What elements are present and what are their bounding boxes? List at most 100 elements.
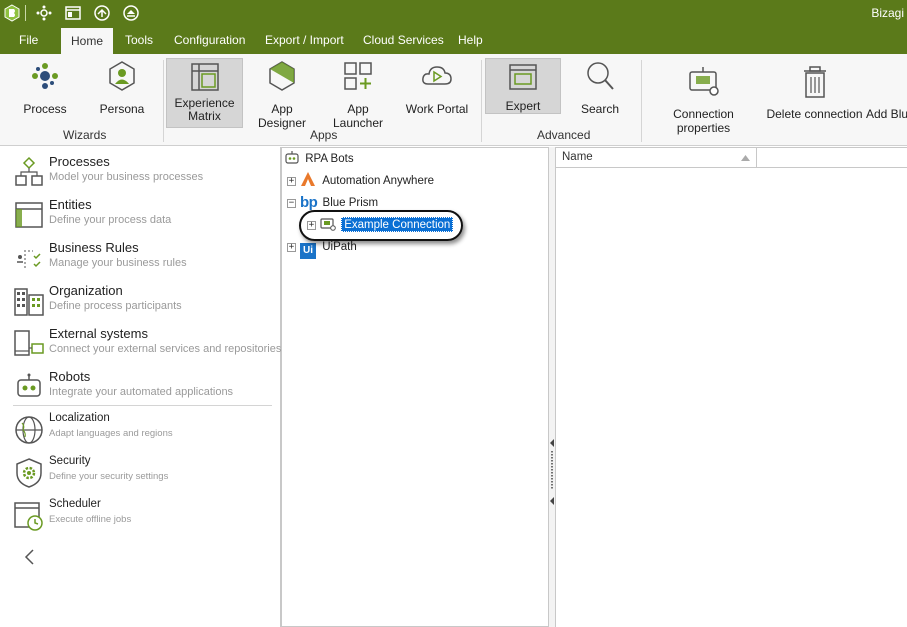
search-button[interactable]: Search — [575, 58, 625, 124]
expand-toggle[interactable]: + — [287, 243, 296, 252]
app-designer-icon — [269, 61, 295, 91]
persona-icon — [109, 61, 135, 91]
process-label: Process — [23, 102, 67, 116]
nav-business-rules[interactable]: Business Rules Manage your business rule… — [13, 238, 275, 281]
nav-title: Business Rules — [49, 240, 139, 255]
search-label: Search — [580, 102, 620, 116]
nav-title: Security — [49, 455, 91, 467]
window-icon[interactable] — [64, 4, 82, 22]
delete-connection-button[interactable]: Delete connection — [766, 58, 863, 124]
nav-organization[interactable]: Organization Define process participants — [13, 281, 275, 324]
menu-cloud-services[interactable]: Cloud Services — [355, 27, 452, 54]
processes-icon — [15, 156, 43, 186]
nav-title: Robots — [49, 369, 91, 384]
experience-matrix-button[interactable]: Experience Matrix — [166, 58, 243, 128]
highlight-callout — [299, 210, 463, 241]
ribbon: Process Persona Wizards Experience Matri… — [0, 54, 907, 146]
expert-label: Expert — [505, 99, 541, 113]
menu-file[interactable]: File — [11, 27, 46, 54]
nav-subtitle: Execute offline jobs — [49, 514, 132, 525]
nav-subtitle: Connect your external services and repos… — [49, 343, 282, 355]
scheduler-icon — [14, 502, 43, 531]
app-designer-button[interactable]: App Designer — [246, 58, 318, 130]
ribbon-separator — [481, 60, 482, 142]
app-launcher-button[interactable]: App Launcher — [322, 58, 394, 130]
collapse-toggle[interactable]: − — [287, 199, 296, 208]
app-designer-label: App Designer — [257, 102, 307, 130]
publish-circle-icon[interactable] — [122, 4, 140, 22]
robot-icon — [285, 151, 299, 164]
nav-entities[interactable]: Entities Define your process data — [13, 195, 275, 238]
process-icon — [32, 63, 58, 89]
nav-title: Organization — [49, 283, 123, 298]
blue-prism-logo-icon: bp — [300, 194, 318, 211]
entities-icon — [15, 202, 43, 228]
tree-node-automation-anywhere[interactable]: Automation Anywhere — [300, 171, 434, 191]
left-navigation: Processes Model your business processes … — [0, 147, 281, 627]
model-icon[interactable] — [35, 4, 53, 22]
details-grid: Name — [555, 147, 907, 627]
tree-node-label: Blue Prism — [322, 197, 379, 209]
nav-localization[interactable]: Localization Adapt languages and regions — [13, 410, 275, 453]
experience-matrix-icon — [190, 63, 219, 91]
nav-robots[interactable]: Robots Integrate your automated applicat… — [13, 367, 275, 410]
menu-export-import[interactable]: Export / Import — [257, 27, 352, 54]
tree-node-label: UiPath — [322, 241, 357, 253]
column-header-empty — [757, 147, 907, 168]
ribbon-separator — [641, 60, 642, 142]
nav-subtitle: Manage your business rules — [49, 257, 187, 269]
delete-connection-label: Delete connection — [766, 107, 863, 121]
menu-configuration[interactable]: Configuration — [166, 27, 253, 54]
nav-external-systems[interactable]: External systems Connect your external s… — [13, 324, 281, 367]
nav-subtitle: Integrate your automated applications — [49, 386, 234, 398]
nav-subtitle: Adapt languages and regions — [49, 428, 173, 439]
nav-title: External systems — [49, 326, 148, 341]
persona-button[interactable]: Persona — [98, 58, 146, 124]
nav-separator — [13, 405, 272, 406]
tree-root-label: RPA Bots — [305, 153, 354, 165]
app-launcher-label: App Launcher — [332, 102, 384, 130]
nav-subtitle: Define your security settings — [49, 471, 169, 482]
connection-properties-label: Connection properties — [673, 107, 734, 135]
menu-tools[interactable]: Tools — [117, 27, 161, 54]
upload-circle-icon[interactable] — [93, 4, 111, 22]
tree-root-rpa-bots[interactable]: RPA Bots — [284, 149, 354, 169]
nav-processes[interactable]: Processes Model your business processes — [13, 152, 275, 195]
robot-icon — [17, 373, 41, 397]
business-rules-icon — [17, 250, 41, 268]
expand-toggle[interactable]: + — [287, 177, 296, 186]
nav-security[interactable]: Security Define your security settings — [13, 453, 275, 496]
collapse-chevron-left-icon[interactable] — [23, 548, 35, 566]
menu-help[interactable]: Help — [450, 27, 491, 54]
connection-properties-button[interactable]: Connection properties — [645, 58, 762, 135]
nav-subtitle: Define process participants — [49, 300, 182, 312]
automation-anywhere-icon — [301, 172, 315, 186]
add-blu-label: Add Blu — [866, 107, 907, 121]
persona-label: Persona — [99, 102, 145, 116]
nav-title: Entities — [49, 197, 92, 212]
nav-title: Localization — [49, 412, 110, 424]
column-header-name[interactable]: Name — [556, 147, 757, 168]
menu-home[interactable]: Home — [61, 28, 114, 54]
process-button[interactable]: Process — [20, 58, 70, 124]
organization-icon — [14, 288, 44, 316]
app-launcher-icon — [344, 62, 372, 90]
bizagi-logo-icon — [4, 4, 20, 22]
wizards-group-label: Wizards — [63, 128, 107, 142]
expert-icon — [509, 64, 537, 90]
nav-title: Processes — [49, 154, 110, 169]
expert-button[interactable]: Expert — [485, 58, 561, 114]
work-portal-label: Work Portal — [405, 102, 469, 116]
app-title: Bizagi — [871, 6, 904, 20]
add-blue-prism-button[interactable]: Add Blu — [866, 58, 907, 124]
toolbar-separator — [25, 5, 26, 21]
menu-bar: File Home Tools Configuration Export / I… — [0, 27, 907, 54]
external-systems-icon — [14, 330, 44, 356]
trash-icon — [803, 66, 826, 98]
title-bar: Bizagi — [0, 0, 907, 27]
uipath-logo-icon: Ui — [300, 243, 316, 259]
cloud-play-icon — [422, 66, 452, 85]
nav-scheduler[interactable]: Scheduler Execute offline jobs — [13, 496, 275, 539]
work-portal-button[interactable]: Work Portal — [402, 58, 472, 124]
nav-title: Scheduler — [49, 498, 101, 510]
